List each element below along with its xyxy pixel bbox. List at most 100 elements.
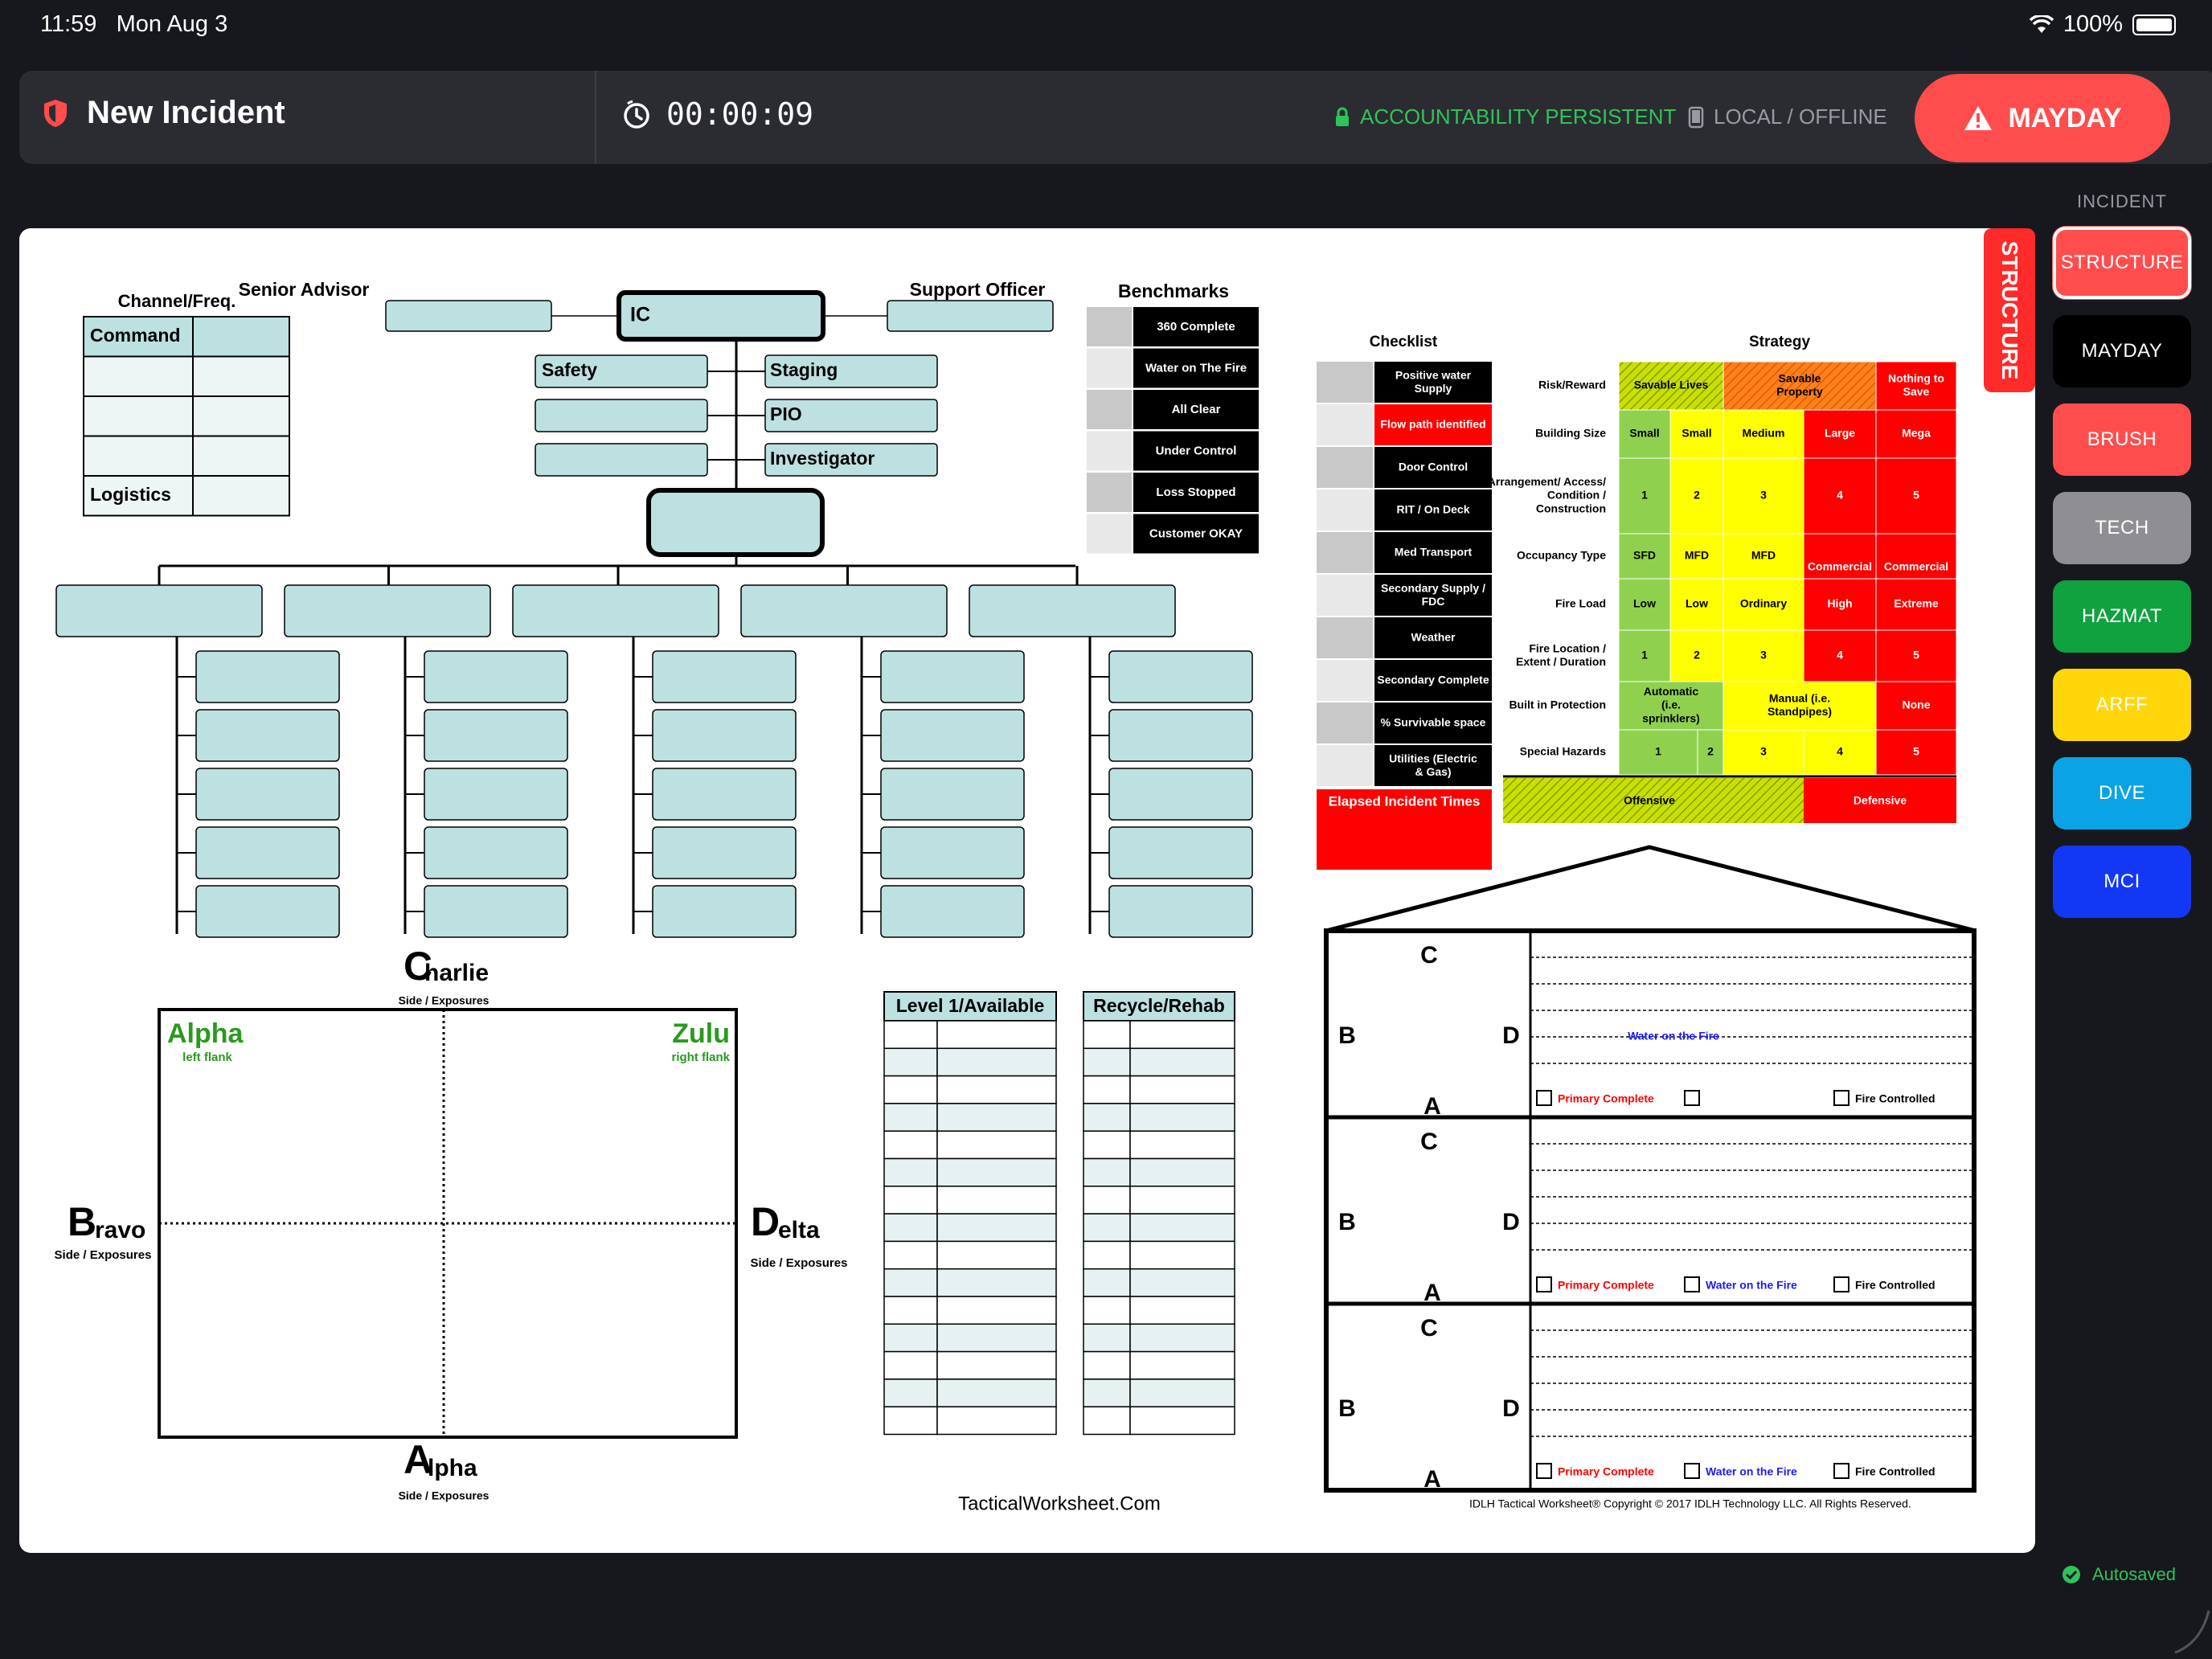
recycle-cell[interactable] [1129, 1323, 1235, 1353]
operations-box[interactable] [646, 488, 825, 557]
level1-cell[interactable] [936, 1378, 1057, 1407]
level1-cell[interactable] [936, 1213, 1057, 1243]
channel-row-label[interactable] [83, 355, 194, 397]
recycle-cell[interactable] [1129, 1240, 1235, 1270]
unit-box[interactable] [652, 650, 797, 703]
recycle-cell[interactable] [1129, 1378, 1235, 1407]
checklist-check[interactable] [1317, 745, 1373, 786]
checklist-check[interactable] [1317, 617, 1373, 658]
incident-type-brush[interactable]: BRUSH [2053, 403, 2191, 476]
recycle-cell[interactable] [1083, 1350, 1131, 1380]
division-box[interactable] [284, 584, 491, 637]
level1-cell[interactable] [936, 1075, 1057, 1104]
incident-type-tech[interactable]: TECH [2053, 492, 2191, 564]
worksheet-canvas[interactable]: Channel/Freq. Command Logistics Senior Advi… [19, 228, 2035, 1553]
unit-box[interactable] [1108, 826, 1253, 879]
level1-cell[interactable] [936, 1047, 1057, 1077]
incident-type-mci[interactable]: MCI [2053, 846, 2191, 918]
level1-cell[interactable] [936, 1268, 1057, 1297]
incident-type-arff[interactable]: ARFF [2053, 669, 2191, 741]
level1-cell[interactable] [936, 1186, 1057, 1215]
incident-title[interactable]: New Incident [87, 95, 285, 131]
incident-type-dive[interactable]: DIVE [2053, 757, 2191, 830]
level1-cell[interactable] [883, 1240, 938, 1270]
level1-cell[interactable] [936, 1406, 1057, 1436]
support-officer-field[interactable] [887, 300, 1054, 332]
unit-box[interactable] [424, 885, 568, 938]
checkbox[interactable] [1536, 1276, 1552, 1292]
level1-cell[interactable] [936, 1323, 1057, 1353]
level1-cell[interactable] [883, 1020, 938, 1050]
level1-cell[interactable] [883, 1350, 938, 1380]
recycle-cell[interactable] [1083, 1378, 1131, 1407]
level1-cell[interactable] [883, 1296, 938, 1325]
division-box[interactable] [969, 584, 1176, 637]
checkbox[interactable] [1833, 1463, 1849, 1479]
unit-box[interactable] [880, 709, 1025, 762]
level1-cell[interactable] [883, 1130, 938, 1160]
level1-cell[interactable] [883, 1323, 938, 1353]
checkbox[interactable] [1536, 1463, 1552, 1479]
recycle-cell[interactable] [1129, 1130, 1235, 1160]
unit-box[interactable] [424, 650, 568, 703]
unit-box[interactable] [880, 650, 1025, 703]
benchmark-check[interactable] [1087, 431, 1132, 471]
unit-box[interactable] [424, 709, 568, 762]
recycle-cell[interactable] [1083, 1268, 1131, 1297]
level1-cell[interactable] [936, 1240, 1057, 1270]
recycle-cell[interactable] [1129, 1020, 1235, 1050]
level1-cell[interactable] [883, 1047, 938, 1077]
recycle-cell[interactable] [1083, 1130, 1131, 1160]
unit-box[interactable] [1108, 709, 1253, 762]
unit-box[interactable] [652, 768, 797, 821]
checklist-check[interactable] [1317, 575, 1373, 616]
recycle-cell[interactable] [1129, 1075, 1235, 1104]
level1-cell[interactable] [883, 1213, 938, 1243]
unit-box[interactable] [1108, 650, 1253, 703]
recycle-cell[interactable] [1083, 1296, 1131, 1325]
recycle-cell[interactable] [1083, 1406, 1131, 1436]
unit-box[interactable] [880, 768, 1025, 821]
benchmark-check[interactable] [1087, 390, 1132, 429]
unit-box[interactable] [1108, 768, 1253, 821]
ic-left-field[interactable] [535, 399, 708, 432]
channel-row-value[interactable] [192, 435, 290, 477]
channel-row-label[interactable] [83, 395, 194, 437]
level1-cell[interactable] [936, 1020, 1057, 1050]
checkbox[interactable] [1536, 1090, 1552, 1106]
recycle-cell[interactable] [1129, 1296, 1235, 1325]
unit-box[interactable] [652, 709, 797, 762]
channel-row-value[interactable] [192, 475, 290, 517]
unit-box[interactable] [1108, 885, 1253, 938]
ic-left-field[interactable] [535, 443, 708, 477]
checklist-check[interactable] [1317, 660, 1373, 701]
incident-type-structure[interactable]: STRUCTURE [2053, 227, 2191, 299]
mayday-button[interactable]: MAYDAY [1915, 74, 2170, 162]
checklist-check[interactable] [1317, 362, 1373, 403]
recycle-cell[interactable] [1129, 1157, 1235, 1187]
recycle-cell[interactable] [1129, 1103, 1235, 1132]
benchmark-check[interactable] [1087, 514, 1132, 554]
incident-type-mayday[interactable]: MAYDAY [2053, 315, 2191, 387]
checklist-check[interactable] [1317, 404, 1373, 445]
structure-side-tab[interactable]: STRUCTURE [1984, 228, 2035, 392]
channel-row-label[interactable] [83, 435, 194, 477]
benchmark-check[interactable] [1087, 348, 1132, 388]
level1-cell[interactable] [883, 1157, 938, 1187]
level1-cell[interactable] [883, 1103, 938, 1132]
channel-row-value[interactable] [192, 355, 290, 397]
unit-box[interactable] [880, 826, 1025, 879]
recycle-cell[interactable] [1129, 1350, 1235, 1380]
division-box[interactable] [512, 584, 719, 637]
level1-cell[interactable] [883, 1075, 938, 1104]
checklist-check[interactable] [1317, 447, 1373, 488]
recycle-cell[interactable] [1129, 1406, 1235, 1436]
checkbox[interactable] [1833, 1276, 1849, 1292]
recycle-cell[interactable] [1083, 1186, 1131, 1215]
recycle-cell[interactable] [1129, 1047, 1235, 1077]
checkbox[interactable] [1684, 1090, 1700, 1106]
unit-box[interactable] [880, 885, 1025, 938]
unit-box[interactable] [424, 826, 568, 879]
level1-cell[interactable] [936, 1157, 1057, 1187]
level1-cell[interactable] [936, 1350, 1057, 1380]
